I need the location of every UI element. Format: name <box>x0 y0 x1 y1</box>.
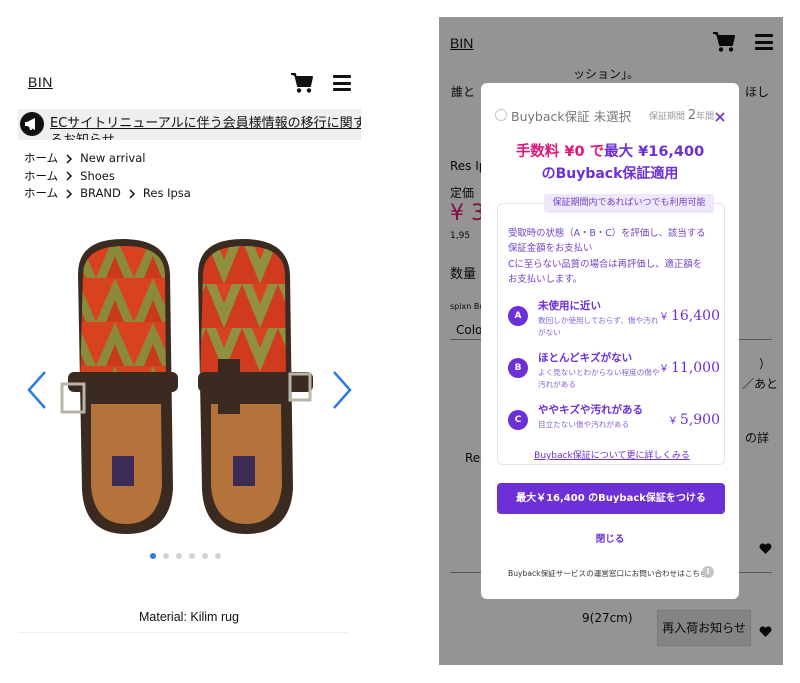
grade-info-box: 保証期間内であればいつでも利用可能 受取時の状態（A・B・C）を評価し、該当する… <box>497 194 726 465</box>
hamburger-menu-icon[interactable] <box>333 75 351 91</box>
breadcrumb-row: ホーム Shoes <box>24 168 191 186</box>
period-label: 保証期間 <box>649 112 686 122</box>
breadcrumb-row: ホーム BRAND Res Ipsa <box>24 185 191 203</box>
chevron-right-icon <box>58 168 80 186</box>
learn-more-link[interactable]: Buyback保証について更に詳しくみる <box>498 448 726 461</box>
desc-line: 受取時の状態（A・B・C）を評価し、該当する <box>508 228 706 239</box>
period-value: 2 <box>687 108 697 123</box>
contact-text[interactable]: Buyback保証サービスの運営窓口にお問い合わせはこちら <box>508 568 708 579</box>
desc-line: お支払いします。 <box>508 273 583 285</box>
site-logo[interactable]: BIN <box>28 74 53 90</box>
notice-banner[interactable]: ECサイトリニューアルに伴う会員様情報の移行に関す るお知らせ <box>18 109 361 140</box>
breadcrumb-home[interactable]: ホーム <box>24 186 58 200</box>
breadcrumb-link[interactable]: BRAND <box>80 186 121 200</box>
chevron-right-icon <box>58 185 80 203</box>
carousel-dot[interactable] <box>215 553 221 559</box>
grade-title: ほとんどキズがない <box>538 352 633 364</box>
header: BIN <box>28 72 358 94</box>
product-image-kilim-sandals[interactable] <box>58 234 326 540</box>
carousel-dots <box>150 544 228 559</box>
grade-sub: よく見ないとわからない程度の傷や汚れがある <box>538 368 660 389</box>
availability-pill: 保証期間内であればいつでも利用可能 <box>544 194 714 213</box>
breadcrumb-link[interactable]: New arrival <box>80 151 145 165</box>
grade-row-a: A 未使用に近い 数回しか使用しておらず、傷や汚れがない ￥ 16,400 <box>508 298 720 342</box>
right-screen: BIN ッション」。 誰と ほし Res Ip 定価 ¥ 3 1,95 数量 s… <box>439 17 783 665</box>
carousel-prev-arrow-icon[interactable] <box>26 370 48 410</box>
buyback-modal: Buyback保証 未選択 保証期間 2年間 手数料 ¥0 で最大 ¥16,40… <box>481 83 739 599</box>
add-buyback-button[interactable]: 最大￥16,400 のBuyback保証をつける <box>497 483 725 514</box>
close-button[interactable]: 閉じる <box>481 531 739 545</box>
price-value: 5,900 <box>679 412 720 428</box>
notice-text-line2[interactable]: るお知らせ <box>50 130 115 140</box>
headline-fee: 手数料 ¥0 で <box>515 144 605 160</box>
grade-sub: 数回しか使用しておらず、傷や汚れがない <box>538 316 659 337</box>
carousel-dot[interactable] <box>189 553 195 559</box>
desc-line: 保証金額をお支払い <box>508 243 593 255</box>
chevron-right-icon <box>58 150 80 168</box>
price-value: 11,000 <box>671 360 720 376</box>
grade-title: ややキズや汚れがある <box>538 404 643 416</box>
yen-sign: ￥ <box>659 312 669 323</box>
grade-price: ￥ 5,900 <box>668 412 720 428</box>
breadcrumb-row: ホーム New arrival <box>24 150 191 168</box>
carousel-dot[interactable] <box>150 553 156 559</box>
breadcrumbs: ホーム New arrival ホーム Shoes ホーム BRAND Res Ipsa <box>24 150 191 203</box>
carousel-dot[interactable] <box>202 553 208 559</box>
grade-price: ￥ 16,400 <box>659 308 720 324</box>
loading-spinner-icon <box>495 109 507 121</box>
carousel-dot[interactable] <box>163 553 169 559</box>
breadcrumb-home[interactable]: ホーム <box>24 151 58 165</box>
headline-max: 最大 ¥16,400 <box>604 144 705 160</box>
headline-sub: のBuyback保証適用 <box>541 166 679 182</box>
grade-badge: B <box>508 358 528 378</box>
chevron-right-icon <box>121 185 143 203</box>
headline: 手数料 ¥0 で最大 ¥16,400 <box>481 140 739 161</box>
price-value: 16,400 <box>671 308 720 324</box>
megaphone-icon <box>20 112 44 136</box>
modal-title: Buyback保証 未選択 <box>511 109 632 124</box>
breadcrumb-link[interactable]: Res Ipsa <box>143 186 191 200</box>
carousel-dot[interactable] <box>176 553 182 559</box>
info-icon[interactable]: i <box>702 566 714 578</box>
grade-badge: A <box>508 306 528 326</box>
close-icon[interactable] <box>714 108 726 122</box>
breadcrumb-home[interactable]: ホーム <box>24 169 58 183</box>
divider <box>18 632 348 633</box>
warranty-period: 保証期間 2年間 <box>649 108 714 123</box>
left-screen: BIN ECサイトリニューアルに伴う会員様情報の移行に関す るお知らせ ホーム N… <box>0 0 380 683</box>
cart-icon[interactable] <box>290 72 314 94</box>
grade-badge: C <box>508 410 528 430</box>
breadcrumb-link[interactable]: Shoes <box>80 169 115 183</box>
grade-row-b: B ほとんどキズがない よく見ないとわからない程度の傷や汚れがある ￥ 11,00… <box>508 350 720 394</box>
yen-sign: ￥ <box>667 416 678 427</box>
period-unit: 年間 <box>696 112 715 122</box>
grade-row-c: C ややキズや汚れがある 目立たない傷や汚れがある ￥ 5,900 <box>508 402 720 446</box>
yen-sign: ￥ <box>659 364 669 375</box>
grade-description: 受取時の状態（A・B・C）を評価し、該当する 保証金額をお支払い Cに至らない品… <box>508 226 720 287</box>
grade-title: 未使用に近い <box>538 300 601 312</box>
grade-sub: 目立たない傷や汚れがある <box>538 420 630 429</box>
grade-price: ￥ 11,000 <box>659 360 720 376</box>
carousel-next-arrow-icon[interactable] <box>331 370 353 410</box>
desc-line: Cに至らない品質の場合は再評価し、適正額を <box>508 258 703 270</box>
material-label: Material: Kilim rug <box>138 610 240 624</box>
